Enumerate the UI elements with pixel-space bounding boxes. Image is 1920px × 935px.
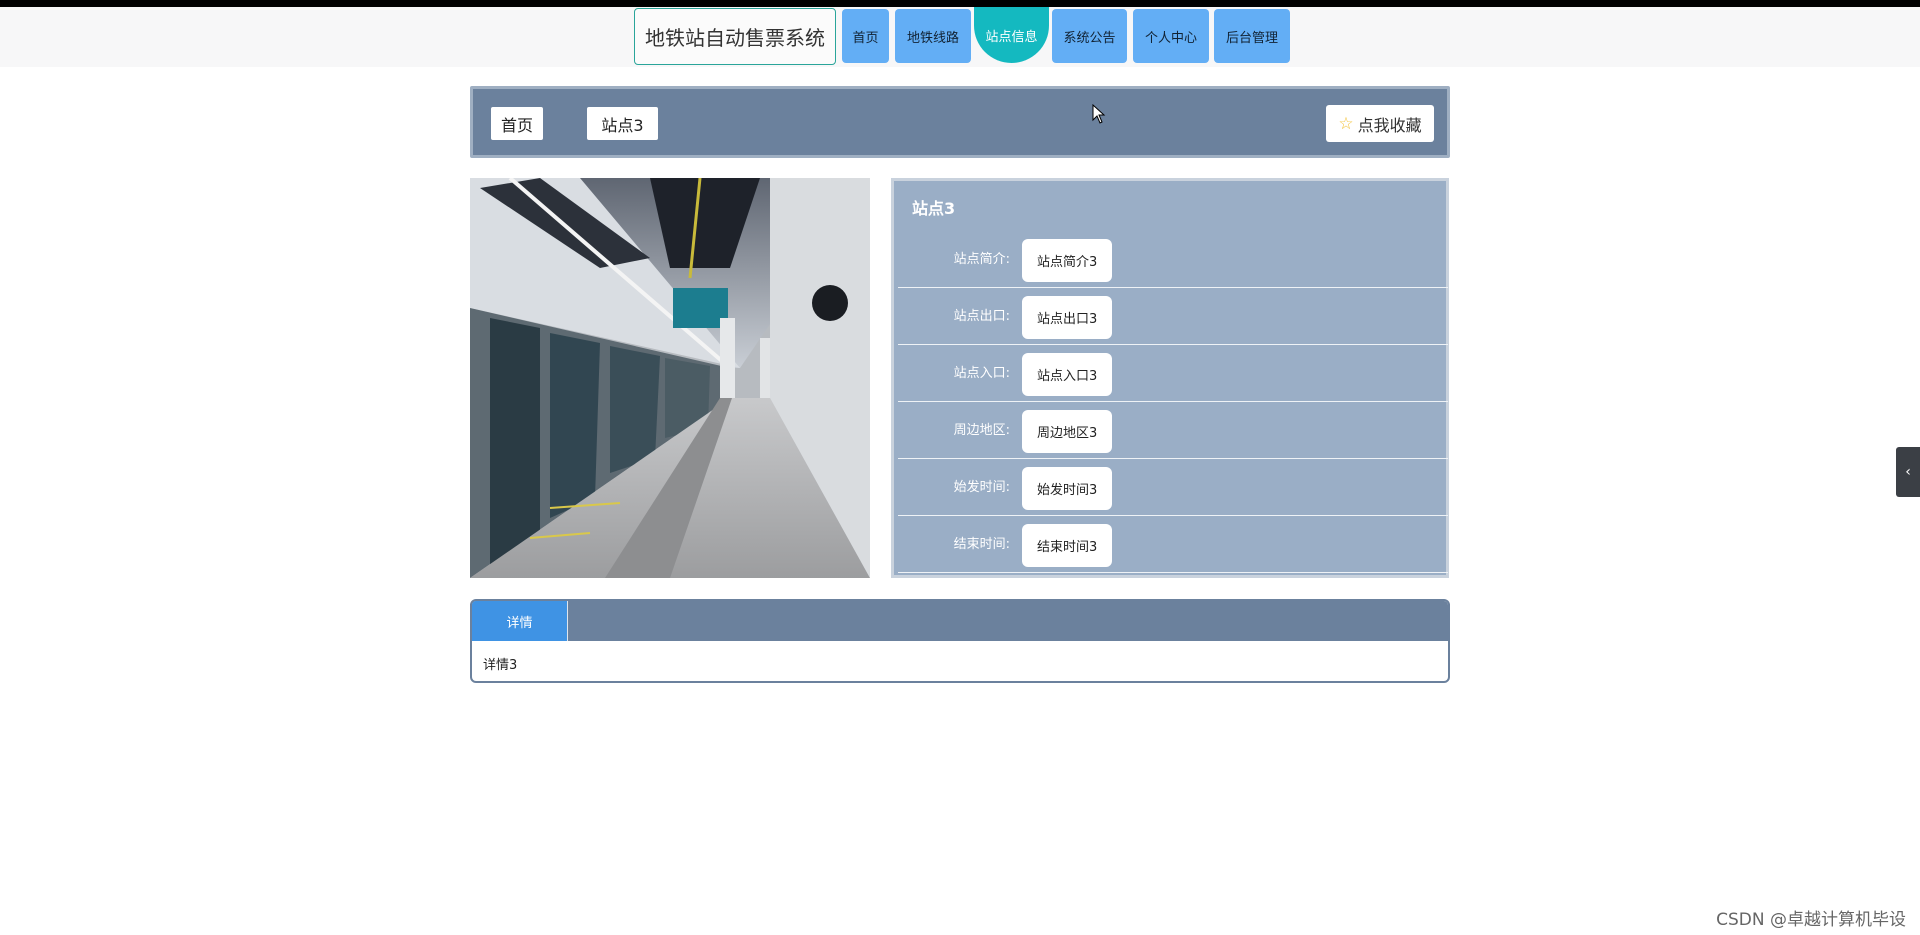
field-value: 站点入口3 xyxy=(1022,353,1113,396)
star-outline-icon: ☆ xyxy=(1338,113,1354,134)
info-row: 周边地区: 周边地区3 xyxy=(898,402,1448,459)
field-value: 站点简介3 xyxy=(1022,239,1113,282)
info-row: 站点出口: 站点出口3 xyxy=(898,288,1448,345)
field-value: 始发时间3 xyxy=(1022,467,1113,510)
field-label: 始发时间: xyxy=(953,480,1010,495)
station-platform-image xyxy=(470,178,870,578)
field-label: 站点出口: xyxy=(953,309,1010,324)
breadcrumb-bar: 首页 站点3 ☆ 点我收藏 xyxy=(470,86,1450,158)
field-label: 结束时间: xyxy=(953,537,1010,552)
station-title: 站点3 xyxy=(912,199,956,218)
mouse-cursor-icon xyxy=(1092,104,1106,124)
favorite-label: 点我收藏 xyxy=(1357,115,1422,135)
info-row: 站点入口: 站点入口3 xyxy=(898,345,1448,402)
info-row: 始发时间: 始发时间3 xyxy=(898,459,1448,516)
breadcrumb-home[interactable]: 首页 xyxy=(491,107,543,140)
tab-detail[interactable]: 详情 xyxy=(472,601,568,641)
detail-content: 详情3 xyxy=(483,658,518,673)
field-value: 周边地区3 xyxy=(1022,410,1113,453)
side-toggle-button[interactable]: ‹ xyxy=(1896,447,1920,497)
breadcrumb-current[interactable]: 站点3 xyxy=(587,107,658,140)
detail-panel: 详情 详情3 xyxy=(470,599,1450,683)
field-label: 站点简介: xyxy=(953,252,1010,267)
field-label: 站点入口: xyxy=(953,366,1010,381)
field-value: 结束时间3 xyxy=(1022,524,1113,567)
nav-announcements[interactable]: 系统公告 xyxy=(1052,9,1127,63)
nav-profile[interactable]: 个人中心 xyxy=(1133,9,1209,63)
station-photo xyxy=(470,178,870,578)
chevron-left-icon: ‹ xyxy=(1905,464,1911,480)
top-black-strip xyxy=(0,0,1920,7)
field-label: 周边地区: xyxy=(953,423,1010,438)
favorite-button[interactable]: ☆ 点我收藏 xyxy=(1326,105,1434,142)
station-info-panel: 站点3 站点简介: 站点简介3 站点出口: 站点出口3 站点入口: 站点入口3 … xyxy=(891,178,1449,578)
detail-tabbar: 详情 xyxy=(472,601,1448,641)
field-value: 站点出口3 xyxy=(1022,296,1113,339)
nav-admin[interactable]: 后台管理 xyxy=(1214,9,1290,63)
nav-home[interactable]: 首页 xyxy=(842,9,889,63)
watermark: CSDN @卓越计算机毕设 xyxy=(1716,910,1906,930)
info-row: 站点简介: 站点简介3 xyxy=(898,231,1448,288)
site-brand[interactable]: 地铁站自动售票系统 xyxy=(634,8,836,65)
info-row: 结束时间: 结束时间3 xyxy=(898,516,1448,573)
nav-subway-lines[interactable]: 地铁线路 xyxy=(895,9,971,63)
